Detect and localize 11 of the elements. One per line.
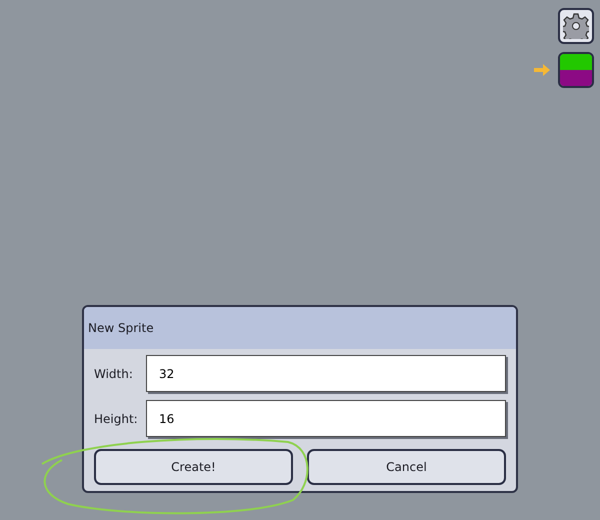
arrow-icon <box>534 64 550 76</box>
field-label: Width: <box>94 366 134 380</box>
number-field[interactable]: 32 <box>146 355 506 392</box>
color-swatch[interactable] <box>558 52 594 88</box>
field-label: Height: <box>94 412 139 426</box>
cancel-button[interactable]: Cancel <box>307 449 506 485</box>
settings-icon <box>563 13 589 39</box>
number-field[interactable]: 16 <box>146 400 506 437</box>
dialog-title: New Sprite <box>88 321 154 335</box>
create-button[interactable]: Create! <box>94 449 293 485</box>
settings-button[interactable] <box>558 8 594 44</box>
